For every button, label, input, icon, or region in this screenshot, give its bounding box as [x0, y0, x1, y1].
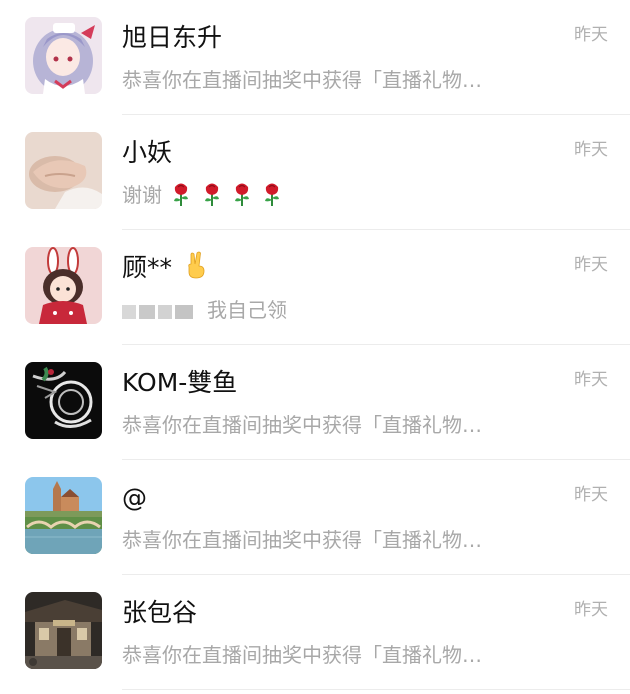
chat-name: KOM-雙鱼 [122, 368, 238, 397]
blurred-text [175, 305, 193, 319]
chat-row[interactable]: @ 昨天 恭喜你在直播间抽奖中获得「直播礼物… [0, 460, 630, 575]
chat-preview: 恭喜你在直播间抽奖中获得「直播礼物… [122, 643, 482, 667]
chat-time: 昨天 [574, 140, 608, 160]
chat-preview: 我自己领 [122, 295, 287, 325]
chat-time: 昨天 [574, 600, 608, 620]
blurred-text [139, 305, 155, 319]
avatar[interactable] [25, 362, 102, 439]
avatar[interactable] [25, 132, 102, 209]
divider [122, 689, 630, 690]
old-building-avatar-icon [25, 592, 102, 669]
chat-row[interactable]: 张包谷 昨天 恭喜你在直播间抽奖中获得「直播礼物… [0, 575, 630, 690]
preview-text: 谢谢 [122, 183, 162, 207]
chat-name: @ [122, 483, 147, 512]
chat-name: 顾** [122, 250, 210, 286]
blurred-text [158, 305, 172, 319]
chat-time: 昨天 [574, 485, 608, 505]
chat-time: 昨天 [574, 370, 608, 390]
rose-icon [265, 183, 280, 206]
landscape-bridge-avatar-icon [25, 477, 102, 554]
chat-name: 旭日东升 [122, 23, 223, 52]
preview-text: 我自己领 [207, 298, 287, 322]
chat-row[interactable]: 小妖 昨天 谢谢 [0, 115, 630, 230]
avatar[interactable] [25, 592, 102, 669]
chat-name-text: 顾** [122, 253, 173, 282]
chat-list: 旭日东升 昨天 恭喜你在直播间抽奖中获得「直播礼物… 小妖 昨天 谢谢 顾** … [0, 0, 630, 694]
chat-time: 昨天 [574, 255, 608, 275]
chat-row[interactable]: 旭日东升 昨天 恭喜你在直播间抽奖中获得「直播礼物… [0, 0, 630, 115]
avatar[interactable] [25, 247, 102, 324]
chat-time: 昨天 [574, 25, 608, 45]
rose-icon [204, 183, 219, 206]
chat-name: 张包谷 [122, 598, 198, 627]
chat-preview: 恭喜你在直播间抽奖中获得「直播礼物… [122, 68, 482, 92]
dark-art-avatar-icon [25, 362, 102, 439]
chat-row[interactable]: 顾** 昨天 我自己领 [0, 230, 630, 345]
chat-preview: 谢谢 [122, 180, 283, 210]
rose-icon [235, 183, 250, 206]
rose-icon [174, 183, 189, 206]
chat-row[interactable]: KOM-雙鱼 昨天 恭喜你在直播间抽奖中获得「直播礼物… [0, 345, 630, 460]
hand-photo-avatar-icon [25, 132, 102, 209]
avatar[interactable] [25, 17, 102, 94]
bunny-ears-girl-avatar-icon [25, 247, 102, 324]
blurred-text [122, 305, 136, 319]
avatar[interactable] [25, 477, 102, 554]
chat-name: 小妖 [122, 138, 173, 167]
chat-preview: 恭喜你在直播间抽奖中获得「直播礼物… [122, 413, 482, 437]
anime-girl-avatar-icon [25, 17, 102, 94]
chat-preview: 恭喜你在直播间抽奖中获得「直播礼物… [122, 528, 482, 552]
victory-hand-icon [188, 251, 205, 279]
